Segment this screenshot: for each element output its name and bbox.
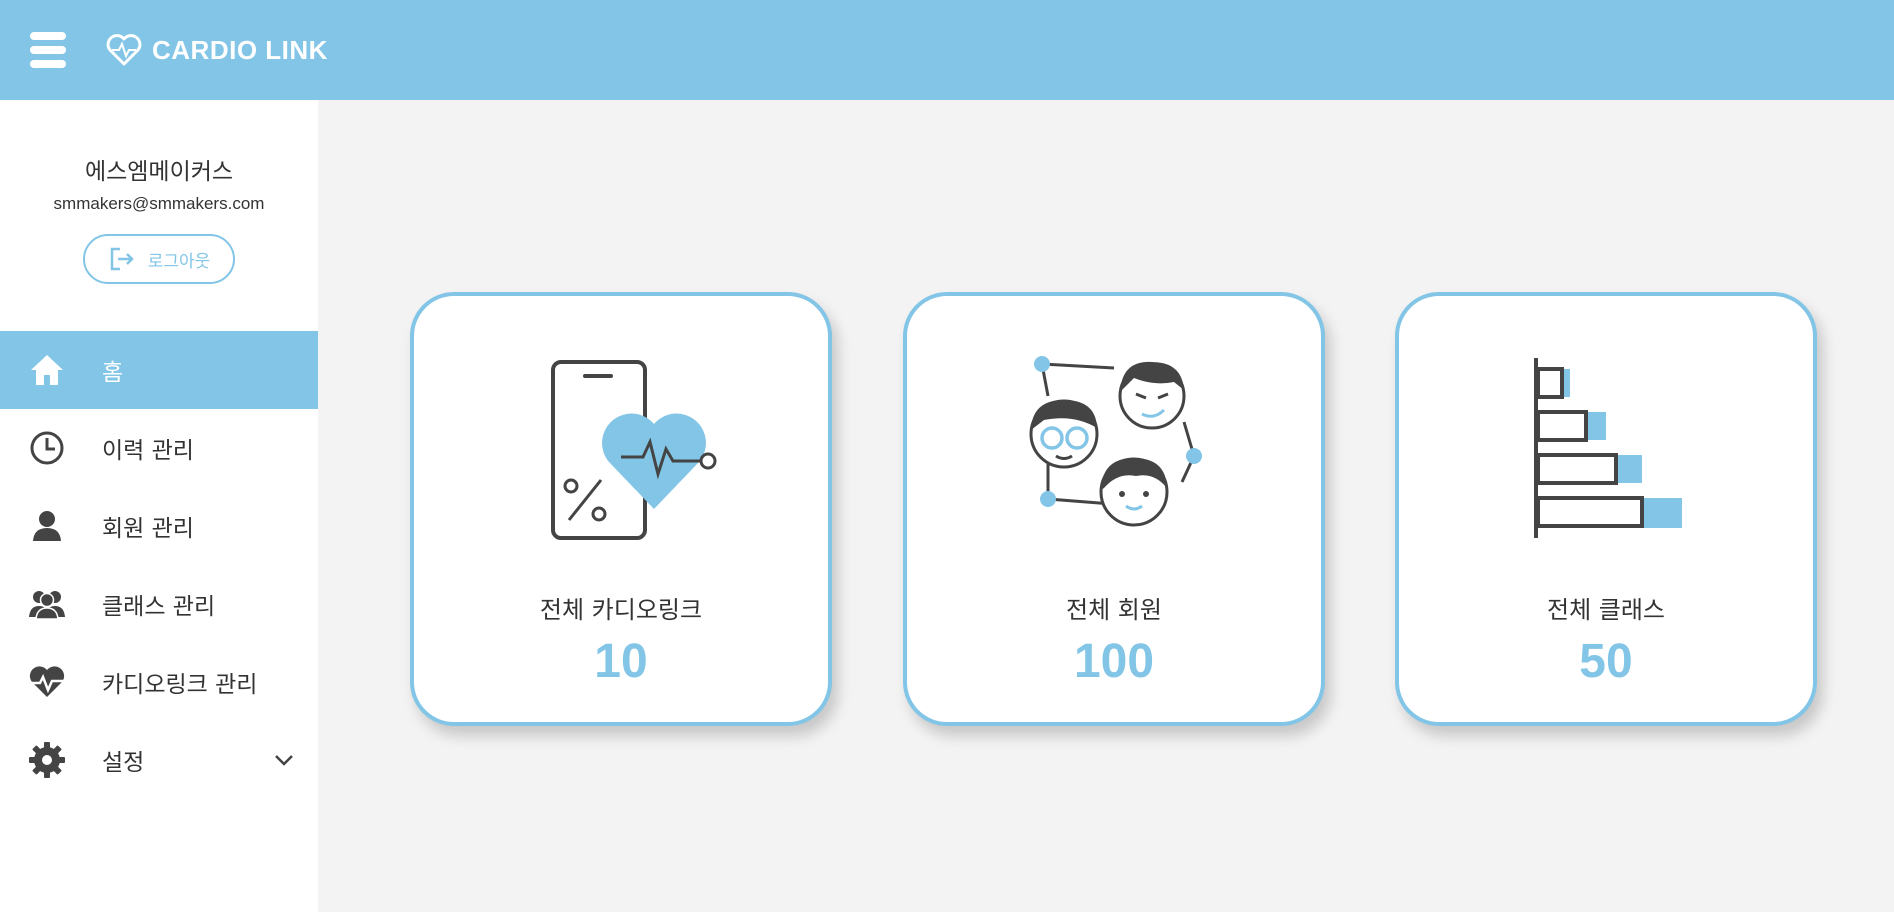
user-icon — [28, 507, 66, 545]
sidebar-item-label: 홈 — [102, 360, 124, 386]
profile-email: smmakers@smmakers.com — [53, 194, 265, 213]
card-value: 50 — [1579, 635, 1633, 688]
heart-pulse-icon — [28, 663, 66, 701]
bar-chart-icon — [1534, 358, 1682, 538]
sidebar-item-label: 클래스 관리 — [102, 594, 216, 620]
stat-card-cardiolink[interactable]: 전체 카디오링크 10 — [410, 292, 832, 726]
sidebar-item-settings[interactable]: 설정 — [0, 721, 318, 799]
brand-logo[interactable]: CARDIO LINK — [104, 30, 328, 70]
logout-label: 로그아웃 — [147, 251, 211, 272]
stat-card-members[interactable]: 전체 회원 100 — [903, 292, 1325, 726]
heart-logo-icon — [106, 34, 142, 66]
logout-icon — [110, 247, 134, 271]
top-bar: CARDIO LINK — [0, 0, 1894, 100]
sidebar-item-members[interactable]: 회원 관리 — [0, 487, 318, 565]
card-title: 전체 카디오링크 — [539, 596, 703, 624]
clock-icon — [28, 429, 66, 467]
sidebar-item-label: 회원 관리 — [102, 516, 194, 542]
hamburger-menu-icon[interactable] — [30, 32, 66, 68]
people-network-icon — [1029, 356, 1202, 527]
sidebar-item-cardiolink[interactable]: 카디오링크 관리 — [0, 643, 318, 721]
logout-button[interactable]: 로그아웃 — [83, 234, 235, 284]
card-title: 전체 회원 — [1066, 596, 1162, 624]
stat-card-classes[interactable]: 전체 클래스 50 — [1395, 292, 1817, 726]
brand-name: CARDIO LINK — [152, 34, 328, 65]
sidebar-item-classes[interactable]: 클래스 관리 — [0, 565, 318, 643]
side-nav: 홈 이력 관리 회원 관리 클래스 관리 카디오링크 관리 설정 — [0, 331, 318, 799]
card-value: 100 — [1073, 635, 1155, 688]
card-title: 전체 클래스 — [1546, 596, 1666, 624]
home-icon — [28, 351, 66, 389]
profile-section: 에스엠메이커스 smmakers@smmakers.com 로그아웃 — [0, 100, 318, 284]
sidebar-item-label: 카디오링크 관리 — [102, 672, 258, 698]
sidebar-item-home[interactable]: 홈 — [0, 331, 318, 409]
profile-name: 에스엠메이커스 — [84, 159, 234, 185]
sidebar: 에스엠메이커스 smmakers@smmakers.com 로그아웃 홈 이력 … — [0, 100, 318, 912]
chevron-down-icon[interactable] — [272, 748, 296, 772]
sidebar-item-label: 설정 — [102, 750, 145, 776]
gear-icon — [28, 741, 66, 779]
card-value: 10 — [594, 635, 648, 688]
sidebar-item-history[interactable]: 이력 관리 — [0, 409, 318, 487]
sidebar-item-label: 이력 관리 — [102, 438, 194, 464]
users-icon — [28, 585, 66, 623]
phone-heart-icon — [551, 360, 717, 540]
